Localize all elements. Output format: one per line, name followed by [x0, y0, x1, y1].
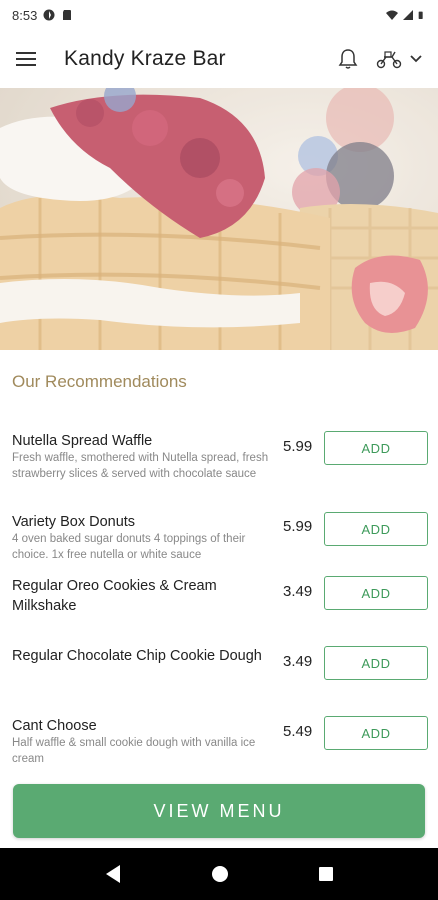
view-menu-button[interactable]: VIEW MENU — [13, 784, 425, 838]
sync-icon — [43, 9, 55, 21]
battery-icon — [418, 11, 423, 19]
item-description: Fresh waffle, smothered with Nutella spr… — [12, 452, 269, 480]
chevron-down-icon — [410, 55, 422, 63]
hamburger-line — [16, 58, 36, 60]
wifi-icon — [386, 10, 398, 20]
notifications-button[interactable] — [338, 48, 358, 70]
back-icon[interactable] — [104, 864, 122, 884]
status-bar: 8:53 — [0, 0, 438, 30]
menu-button[interactable] — [16, 45, 44, 73]
signal-icon — [403, 10, 413, 20]
item-name: Regular Chocolate Chip Cookie Dough — [12, 648, 262, 664]
status-right — [386, 9, 426, 21]
delivery-mode-button[interactable] — [376, 49, 422, 69]
item-description: Half waffle & small cookie dough with va… — [12, 737, 256, 765]
sd-card-icon — [63, 10, 72, 20]
status-left: 8:53 — [12, 8, 73, 23]
hamburger-line — [16, 64, 36, 66]
item-name: Variety Box Donuts — [12, 514, 136, 530]
section-title: Our Recommendations — [12, 372, 187, 391]
bell-icon — [338, 49, 358, 69]
item-price: 5.49 — [283, 723, 313, 740]
item-name: Nutella Spread Waffle — [12, 433, 153, 449]
add-button[interactable]: ADD — [324, 646, 428, 680]
add-button[interactable]: ADD — [324, 716, 428, 750]
recents-icon[interactable] — [318, 866, 334, 882]
app-bar: Kandy Kraze Bar — [0, 30, 438, 88]
item-name: Regular Oreo Cookies & Cream Milkshake — [12, 578, 217, 614]
item-price: 5.99 — [283, 518, 313, 535]
scooter-icon — [376, 51, 402, 69]
item-name: Cant Choose — [12, 718, 97, 734]
item-description: 4 oven baked sugar donuts 4 toppings of … — [12, 533, 246, 561]
item-price: 3.49 — [283, 583, 313, 600]
add-button[interactable]: ADD — [324, 576, 428, 610]
item-price: 3.49 — [283, 653, 313, 670]
add-button[interactable]: ADD — [324, 512, 428, 546]
hamburger-line — [16, 52, 36, 54]
system-nav-bar — [0, 848, 438, 900]
add-button[interactable]: ADD — [324, 431, 428, 465]
item-price: 5.99 — [283, 438, 313, 455]
status-time: 8:53 — [12, 7, 38, 23]
home-icon[interactable] — [211, 865, 229, 883]
app-title: Kandy Kraze Bar — [64, 47, 226, 70]
waffle-illustration — [0, 88, 438, 350]
app-actions — [338, 48, 422, 70]
hero-image — [0, 88, 438, 350]
